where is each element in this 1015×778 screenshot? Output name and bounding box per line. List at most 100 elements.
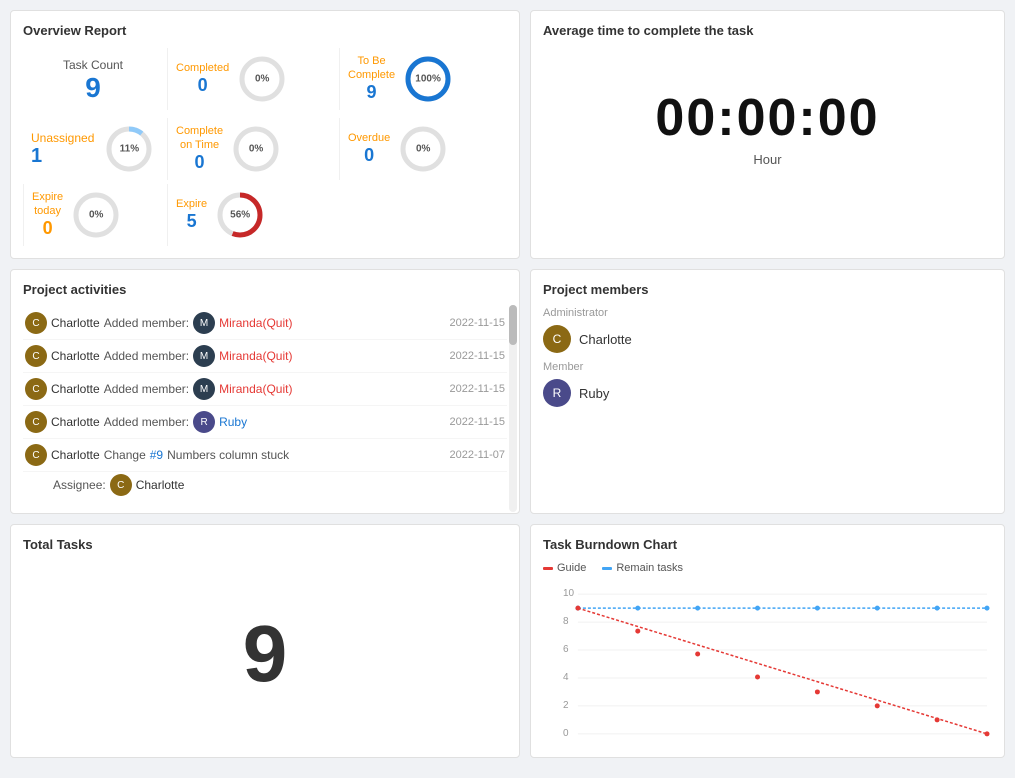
task-count-value: 9 [85,72,101,104]
to-be-complete-label: To BeComplete [348,55,395,81]
guide-legend-dot [543,567,553,570]
avg-time-title: Average time to complete the task [543,23,992,38]
admin-role-label: Administrator [543,307,992,319]
overdue-donut: 0% [396,122,450,176]
assignee-row: Assignee: C Charlotte [23,472,507,501]
member-role-label: Member [543,361,992,373]
expire-today-value: 0 [43,218,53,239]
svg-text:2: 2 [563,700,569,711]
completed-donut: 0% [235,52,289,106]
target-name: Miranda(Quit) [219,382,292,396]
scrollbar-track [509,305,517,512]
activity-row: C Charlotte Added member: R Ruby 2022-11… [23,406,507,439]
svg-text:4: 4 [563,672,569,683]
activity-row: C Charlotte Added member: M Miranda(Quit… [23,340,507,373]
guide-legend-item: Guide [543,562,586,574]
action-text: Added member: [104,382,189,396]
completed-label: Completed [176,62,229,75]
total-tasks-card: Total Tasks 9 [10,524,520,758]
admin-member-row: C Charlotte [543,325,992,353]
admin-avatar: C [543,325,571,353]
task-count-cell: Task Count 9 [23,48,163,114]
date: 2022-11-15 [450,350,505,362]
date: 2022-11-07 [450,449,505,461]
activities-list[interactable]: C Charlotte Added member: M Miranda(Quit… [23,307,507,501]
date: 2022-11-15 [450,383,505,395]
date: 2022-11-15 [450,416,505,428]
target-name: Ruby [219,415,247,429]
expire-today-donut: 0% [69,188,123,242]
target-name: Miranda(Quit) [219,316,292,330]
overview-title: Overview Report [23,23,507,38]
unassigned-value: 1 [31,145,94,168]
complete-on-time-label: Completeon Time [176,125,223,151]
action-text: Change [104,448,146,462]
task-count-label: Task Count [63,58,123,72]
total-tasks-title: Total Tasks [23,537,507,552]
activity-row: C Charlotte Added member: M Miranda(Quit… [23,373,507,406]
admin-name: Charlotte [579,332,632,347]
target-avatar: M [193,378,215,400]
total-tasks-value: 9 [243,608,288,700]
to-be-complete-value: 9 [367,82,377,103]
time-unit: Hour [543,152,992,167]
expire-label: Expire [176,198,207,211]
complete-on-time-value: 0 [195,152,205,173]
complete-on-time-donut: 0% [229,122,283,176]
activity-row: C Charlotte Added member: M Miranda(Quit… [23,307,507,340]
svg-text:6: 6 [563,644,569,655]
overdue-percent: 0% [416,144,430,155]
avatar: C [25,444,47,466]
overdue-value: 0 [364,145,374,166]
expire-today-stat: Expiretoday 0 0% [23,184,163,246]
members-title: Project members [543,282,992,297]
expire-today-percent: 0% [89,210,103,221]
expire-value: 5 [187,211,197,232]
svg-text:8: 8 [563,616,569,627]
chart-legend: Guide Remain tasks [543,562,992,574]
user-name: Charlotte [51,448,100,462]
completed-percent: 0% [255,74,269,85]
completed-value: 0 [198,75,208,96]
burndown-chart-card: Task Burndown Chart Guide Remain tasks 1… [530,524,1005,758]
assignee-avatar: C [110,474,132,496]
project-members-card: Project members Administrator C Charlott… [530,269,1005,514]
to-be-complete-percent: 100% [415,74,441,85]
avg-time-card: Average time to complete the task 00:00:… [530,10,1005,259]
avatar: C [25,411,47,433]
unassigned-percent: 11% [120,144,139,155]
avatar: C [25,312,47,334]
remain-legend-item: Remain tasks [602,562,683,574]
issue-number: #9 [150,448,163,462]
user-name: Charlotte [51,382,100,396]
expire-today-label: Expiretoday [32,191,63,217]
unassigned-label: Unassigned [31,131,94,145]
activity-row: C Charlotte Change #9 Numbers column stu… [23,439,507,472]
action-text: Added member: [104,316,189,330]
completed-stat: Completed 0 0% [167,48,335,110]
scrollbar-thumb[interactable] [509,305,517,345]
assignee-label: Assignee: [53,478,106,492]
svg-text:0: 0 [563,728,569,739]
unassigned-cell: Unassigned 1 11% [23,118,163,180]
user-name: Charlotte [51,415,100,429]
overdue-label: Overdue [348,132,390,145]
complete-on-time-stat: Completeon Time 0 0% [167,118,335,180]
unassigned-donut: 11% [102,122,156,176]
date: 2022-11-15 [450,317,505,329]
avatar: C [25,345,47,367]
member-row: R Ruby [543,379,992,407]
target-name: Miranda(Quit) [219,349,292,363]
member-avatar: R [543,379,571,407]
to-be-complete-donut: 100% [401,52,455,106]
remain-legend-dot [602,567,612,570]
expire-stat: Expire 5 56% [167,184,335,246]
activities-title: Project activities [23,282,507,297]
remain-legend-label: Remain tasks [616,562,683,574]
to-be-complete-stat: To BeComplete 9 100% [339,48,507,110]
target-avatar: M [193,345,215,367]
user-name: Charlotte [51,349,100,363]
time-display: 00:00:00 [543,88,992,148]
action-text: Added member: [104,415,189,429]
assignee-name: Charlotte [136,478,185,492]
